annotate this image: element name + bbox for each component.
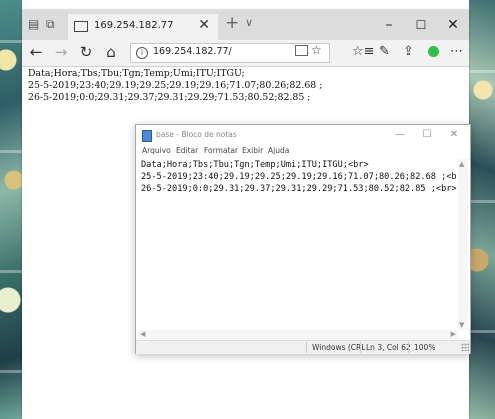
maximize-button[interactable]: ☐ [406,12,436,38]
address-url: 169.254.182.77/ [153,46,232,57]
status-divider [360,342,361,353]
tab-dropdown-icon[interactable]: ∨ [245,16,253,29]
site-info-icon[interactable]: i [136,47,148,59]
new-tab-button[interactable]: + [225,13,239,33]
favorites-icon[interactable]: ☆≡ [352,44,375,59]
notepad-text-area[interactable]: Data;Hora;Tbs;Tbu;Tgn;Temp;Umi;ITU;ITGU;… [138,159,467,330]
horizontal-scrollbar[interactable]: ◀ ▶ [138,330,458,340]
browser-tab[interactable]: 169.254.182.77 ✕ [68,14,218,40]
share-icon[interactable]: ⇪ [403,44,414,59]
notepad-line: Data;Hora;Tbs;Tbu;Tgn;Temp;Umi;ITU;ITGU;… [141,160,369,170]
page-line: Data;Hora;Tbs;Tbu;Tgn;Temp;Umi;ITU;ITGU; [28,68,245,79]
page-content: Data;Hora;Tbs;Tbu;Tgn;Temp;Umi;ITU;ITGU;… [28,68,322,104]
set-aside-icon[interactable]: ⧉ [46,17,55,32]
notepad-menubar: Arquivo Editar Formatar Exibir Ajuda [136,145,470,159]
refresh-button[interactable]: ↻ [76,42,96,62]
tab-preview-icon[interactable]: ▤ [28,17,39,31]
tab-title: 169.254.182.77 [94,20,174,31]
status-encoding: Windows (CRL [312,343,366,352]
pen-icon[interactable]: ✎ [379,44,390,59]
close-tab-icon[interactable]: ✕ [198,17,210,33]
notepad-window: base - Bloco de notas — ☐ ✕ Arquivo Edit… [135,124,471,354]
close-window-button[interactable]: ✕ [438,12,468,38]
menu-exibir[interactable]: Exibir [242,146,263,155]
desktop-wallpaper-left [0,0,22,419]
notepad-statusbar: Windows (CRL Ln 3, Col 62 100% [136,340,470,354]
back-button[interactable]: ← [26,42,46,62]
page-line: 25-5-2019;23:40;29.19;29.25;29.19;29.16;… [28,80,323,91]
scroll-right-icon[interactable]: ▶ [451,330,456,338]
menu-ajuda[interactable]: Ajuda [268,146,289,155]
page-line: 26-5-2019;0:0;29.31;29.37;29.31;29.29;71… [28,92,311,103]
reading-view-icon[interactable] [295,45,308,56]
menu-arquivo[interactable]: Arquivo [142,146,171,155]
notepad-maximize-button[interactable]: ☐ [417,128,437,142]
notepad-icon [142,130,152,142]
desktop-wallpaper-right [469,0,495,419]
status-divider [408,342,409,353]
minimize-button[interactable]: – [374,12,404,38]
menu-editar[interactable]: Editar [176,146,198,155]
browser-titlebar: ▤ ⧉ 169.254.182.77 ✕ + ∨ – ☐ ✕ [22,10,469,40]
notepad-close-button[interactable]: ✕ [444,128,464,142]
notepad-line: 26-5-2019;0:0;29.31;29.37;29.31;29.29;71… [141,184,457,194]
status-zoom: 100% [414,343,436,352]
home-button[interactable]: ⌂ [101,42,121,62]
menu-formatar[interactable]: Formatar [204,146,238,155]
scroll-up-icon[interactable]: ▲ [459,160,464,168]
status-divider [306,342,307,353]
more-icon[interactable]: ⋯ [450,44,463,59]
notepad-minimize-button[interactable]: — [390,128,410,142]
notepad-line: 25-5-2019;23:40;29.19;29.25;29.19;29.16;… [141,172,467,182]
notepad-title: base - Bloco de notas [156,130,237,139]
browser-navbar: ← → ↻ ⌂ i 169.254.182.77/ ☆ ☆≡ ✎ ⇪ ⋯ [22,40,469,67]
vertical-scrollbar[interactable]: ▲ ▼ [458,159,468,330]
notepad-titlebar: base - Bloco de notas — ☐ ✕ [136,125,470,145]
scroll-down-icon[interactable]: ▼ [459,321,464,329]
favorite-star-icon[interactable]: ☆ [311,43,322,57]
page-icon [74,21,88,32]
forward-button[interactable]: → [51,42,71,62]
resize-grip-icon[interactable] [461,343,469,351]
status-position: Ln 3, Col 62 [366,343,411,352]
extension-icon[interactable] [428,46,439,57]
scroll-left-icon[interactable]: ◀ [140,330,145,338]
